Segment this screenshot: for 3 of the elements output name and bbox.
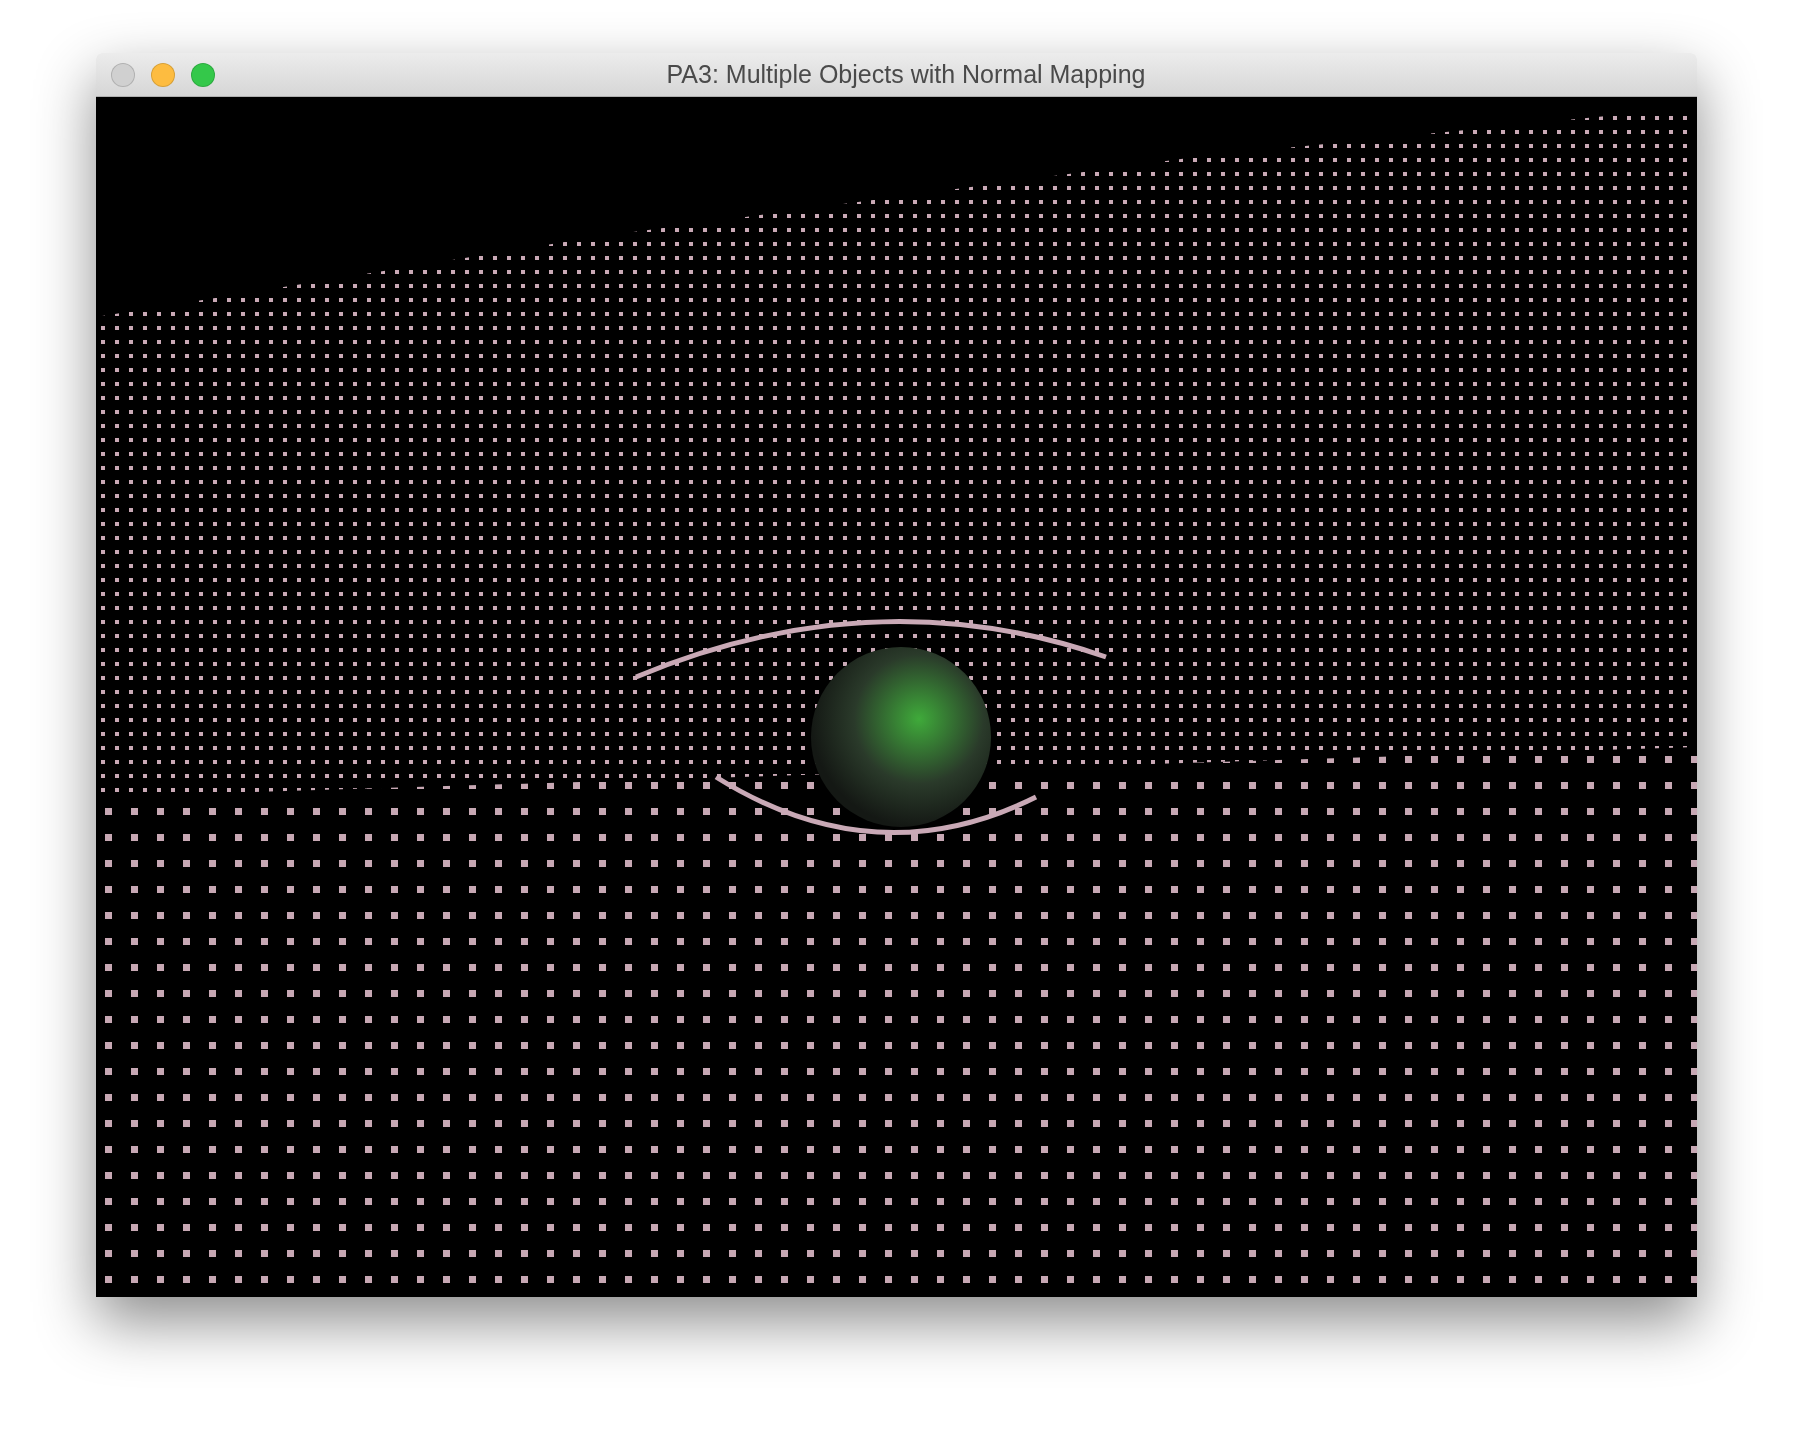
zoom-button[interactable] <box>191 62 215 87</box>
window-title: PA3: Multiple Objects with Normal Mapping <box>666 60 1147 89</box>
minimize-button[interactable] <box>151 62 175 87</box>
